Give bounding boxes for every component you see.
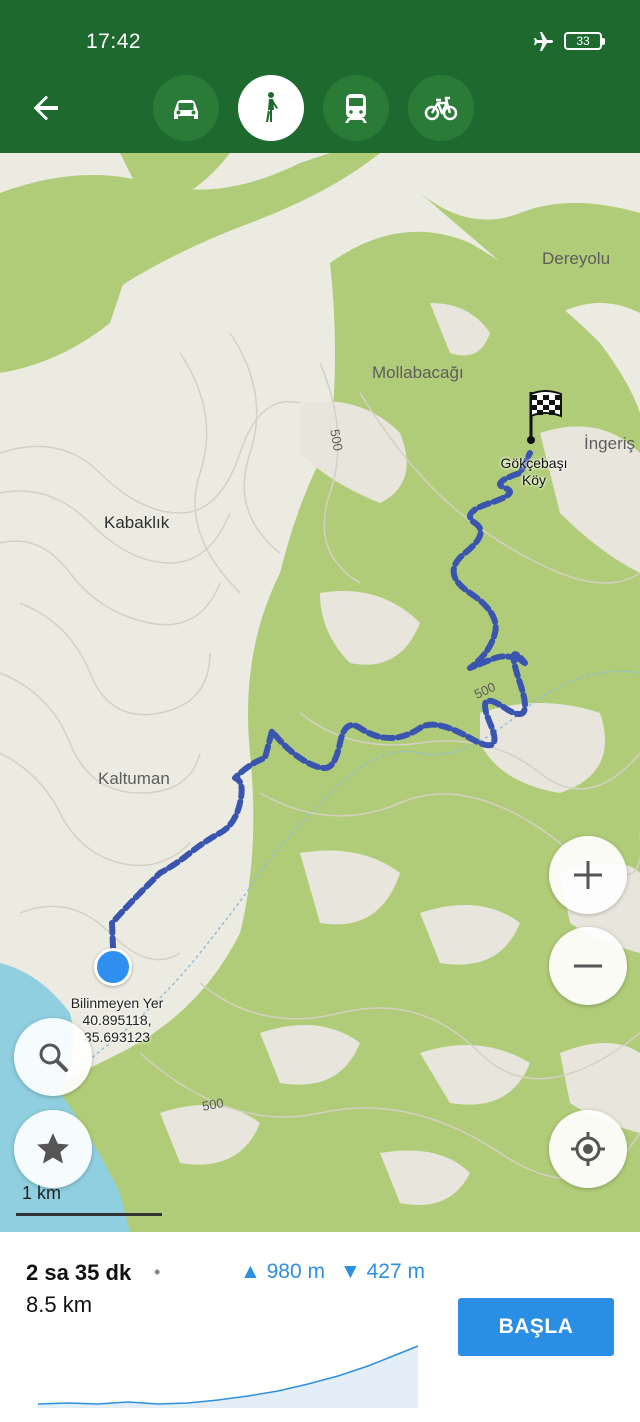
total-descent: ▼ 427 m [340,1260,425,1283]
car-icon [174,100,198,119]
current-location-marker[interactable] [94,948,132,986]
scale-bar [16,1213,162,1216]
start-navigation-button[interactable]: BAŞLA [458,1298,614,1356]
star-icon [37,1133,69,1164]
mode-walk-button[interactable] [238,75,304,141]
zoom-in-button[interactable] [549,836,627,914]
status-time: 17:42 [86,30,142,53]
plus-icon [574,861,602,889]
total-ascent: ▲ 980 m [240,1260,325,1283]
place-label: İngeriş [584,434,636,453]
airplane-icon [534,32,553,51]
search-button[interactable] [14,1018,92,1096]
bicycle-icon [424,96,458,121]
separator: • [154,1262,161,1282]
mode-car-button[interactable] [153,75,219,141]
favorites-button[interactable] [14,1110,92,1188]
crosshair-icon [571,1132,605,1166]
elevation-profile-chart [38,1345,419,1408]
transport-toolbar [0,62,640,153]
pedestrian-icon [266,92,278,122]
route-summary-panel: 2 sa 35 dk • 8.5 km ▲ 980 m ▼ 427 m BAŞL… [0,1232,640,1422]
minus-icon [574,964,602,968]
place-label: Mollabacağı [372,363,464,382]
train-icon [345,94,367,123]
map-view[interactable]: 500 500 500 Dereyolu Mollabacağı İngeriş… [0,153,640,1232]
mode-transit-button[interactable] [323,75,389,141]
destination-label: Gökçebaşı Köy [500,455,568,488]
place-label: Dereyolu [542,249,611,268]
arrow-left-icon[interactable] [22,84,70,132]
status-bar: 17:42 33 [0,0,640,62]
place-label: Kaltuman [98,769,170,788]
mode-bike-button[interactable] [408,75,474,141]
search-icon [39,1043,68,1072]
battery-indicator: 33 [564,32,605,50]
scale-label: 1 km [22,1183,62,1203]
locate-me-button[interactable] [549,1110,627,1188]
zoom-out-button[interactable] [549,927,627,1005]
place-label: Kabaklık [104,513,170,532]
topographic-map [0,153,640,1232]
route-distance: 8.5 km [26,1292,93,1317]
route-duration: 2 sa 35 dk [26,1260,132,1285]
